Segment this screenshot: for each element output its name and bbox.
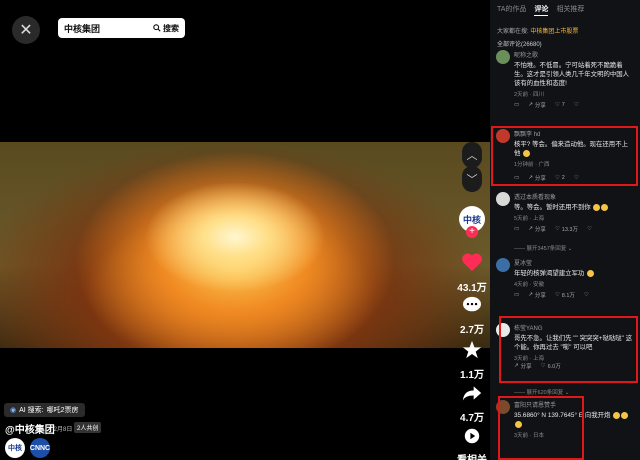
- avatar[interactable]: [496, 192, 510, 206]
- highlight-box: [498, 396, 584, 460]
- share-comment-label: 分享: [534, 293, 546, 299]
- emoji-icon: [593, 203, 601, 211]
- emoji-icon: [601, 203, 609, 211]
- share-comment-button[interactable]: ↗ 分享: [528, 101, 546, 109]
- trending-search-link[interactable]: 中核集团上市股票: [530, 29, 578, 35]
- trending-search-hint: 大家都在搜: 中核集团上市股票: [497, 26, 633, 35]
- co-creator-tag[interactable]: 2人共创: [74, 422, 102, 433]
- ai-search-prefix: AI 搜索:: [19, 407, 44, 414]
- co-creator-avatar[interactable]: CNNC: [30, 438, 50, 458]
- avatar[interactable]: [496, 50, 510, 64]
- close-icon: ✕: [19, 22, 33, 39]
- search-button-label: 搜索: [163, 23, 179, 33]
- comment-actions: ▭ ↗ 分享 ♡ 7 ♡: [514, 101, 634, 109]
- comment-text: 年轻的核弹渴望建立军功: [514, 269, 634, 278]
- search-icon: [153, 24, 161, 32]
- comment-like-count: 8.1万: [561, 293, 575, 299]
- comment-author[interactable]: 透过本质看现象: [514, 192, 634, 201]
- comment-button[interactable]: 2.7万: [449, 296, 490, 336]
- comment-author[interactable]: 夏冰莹: [514, 258, 634, 267]
- cnnc-logo-icon: 中核: [462, 214, 481, 225]
- favorite-count: 1.1万: [460, 370, 484, 381]
- share-comment-label: 分享: [534, 227, 546, 233]
- comment-count: 2.7万: [460, 325, 484, 336]
- total-comments: 全部评论(26680): [497, 42, 542, 48]
- favorite-button[interactable]: 1.1万: [449, 340, 490, 381]
- dislike-icon[interactable]: ♡: [587, 226, 592, 232]
- comment-like-button[interactable]: ♡ 13.3万: [555, 225, 578, 233]
- search-input[interactable]: 中核集团: [64, 22, 153, 35]
- chevron-down-icon: ﹀: [466, 174, 478, 186]
- close-button[interactable]: ✕: [12, 16, 40, 44]
- comment-meta: 4天前 · 安徽: [514, 282, 544, 288]
- emoji-icon: [613, 411, 621, 419]
- dislike-icon[interactable]: ♡: [584, 292, 589, 298]
- tab-related[interactable]: 相关推荐: [556, 4, 584, 16]
- expand-replies-button[interactable]: —— 展开3457条回复 ⌄: [514, 244, 572, 252]
- comment-like-count: 7: [561, 102, 565, 108]
- like-count: 43.1万: [457, 283, 487, 294]
- share-button[interactable]: 4.7万: [449, 384, 490, 424]
- panel-tabs: TA的作品 评论 相关推荐: [490, 0, 640, 16]
- ai-search-tag[interactable]: ◉ AI 搜索: 哪吒2票房: [4, 403, 85, 417]
- ai-search-icon: ◉: [10, 407, 17, 414]
- co-creator-label: 2人共创: [77, 426, 99, 432]
- trending-search-prefix: 大家都在搜:: [497, 29, 529, 35]
- emoji-icon: [621, 411, 629, 419]
- comment-text: 不怕堆。不低冒。宁可站着死不跪跪着生。这才是引领人类几千年文明的中国人该有的血性…: [514, 62, 630, 87]
- reply-icon[interactable]: ▭: [514, 292, 519, 298]
- post-date: · 2月8日: [50, 427, 73, 433]
- comment-item: 透过本质看现象 等。等会。暂时还用不到你 5天前 · 上海 ▭ ↗ 分享 ♡ 13.…: [496, 192, 634, 233]
- search-button[interactable]: 搜索: [153, 23, 179, 34]
- ai-search-query: 哪吒2票房: [46, 407, 79, 414]
- related-button[interactable]: 看相关: [449, 428, 490, 460]
- highlight-box: [499, 316, 638, 383]
- highlight-box: [491, 126, 638, 186]
- related-label: 看相关: [449, 451, 490, 460]
- follow-button[interactable]: +: [466, 226, 478, 238]
- chevron-up-icon: ︿: [466, 150, 478, 162]
- comment-actions: ▭ ↗ 分享 ♡ 8.1万 ♡: [514, 291, 634, 299]
- comment-item: 昵称之歌 不怕堆。不低冒。宁可站着死不跪跪着生。这才是引领人类几千年文明的中国人…: [496, 50, 634, 109]
- comment-meta: 5天前 · 上海: [514, 216, 544, 222]
- comment-meta: 2天前 · 四川: [514, 92, 544, 98]
- avatar[interactable]: [496, 258, 510, 272]
- emoji-icon: [587, 269, 595, 277]
- comment-panel: TA的作品 评论 相关推荐 大家都在搜: 中核集团上市股票 全部评论(26680…: [490, 0, 640, 460]
- share-comment-label: 分享: [534, 103, 546, 109]
- comment-actions: ▭ ↗ 分享 ♡ 13.3万 ♡: [514, 225, 634, 233]
- comment-like-button[interactable]: ♡ 7: [555, 102, 565, 108]
- share-icon: [462, 386, 482, 401]
- star-icon: [462, 340, 482, 359]
- comment-author[interactable]: 昵称之歌: [514, 50, 634, 59]
- tab-works[interactable]: TA的作品: [497, 4, 526, 16]
- video-player[interactable]: ✕ 中核集团 搜索 ︿ ﹀ 中核 + 43.1万 2.7万 1.1万 4.7万 …: [0, 0, 490, 460]
- expand-replies-button[interactable]: —— 展开620条回复 ⌄: [514, 388, 569, 396]
- share-comment-button[interactable]: ↗ 分享: [528, 225, 546, 233]
- previous-video-button[interactable]: ︿: [462, 142, 482, 168]
- comment-icon: [463, 296, 481, 312]
- co-creator-avatar[interactable]: 中核: [5, 438, 25, 458]
- comment-text: 等。等会。暂时还用不到你: [514, 203, 634, 212]
- tab-comments[interactable]: 评论: [534, 4, 549, 16]
- search-bar[interactable]: 中核集团 搜索: [58, 18, 185, 38]
- share-comment-button[interactable]: ↗ 分享: [528, 291, 546, 299]
- heart-icon: [462, 253, 482, 272]
- like-button[interactable]: 43.1万: [449, 252, 490, 294]
- share-count: 4.7万: [460, 413, 484, 424]
- comment-item: 夏冰莹 年轻的核弹渴望建立军功 4天前 · 安徽 ▭ ↗ 分享 ♡ 8.1万 ♡: [496, 258, 634, 299]
- play-circle-icon: [464, 428, 480, 444]
- next-video-button[interactable]: ﹀: [462, 166, 482, 192]
- reply-icon[interactable]: ▭: [514, 226, 519, 232]
- author-name[interactable]: @中核集团: [5, 421, 55, 436]
- video-frame-explosion: [0, 142, 490, 348]
- reply-icon[interactable]: ▭: [514, 102, 519, 108]
- dislike-icon[interactable]: ♡: [574, 102, 579, 108]
- comment-like-button[interactable]: ♡ 8.1万: [555, 291, 575, 299]
- comment-like-count: 13.3万: [561, 227, 578, 233]
